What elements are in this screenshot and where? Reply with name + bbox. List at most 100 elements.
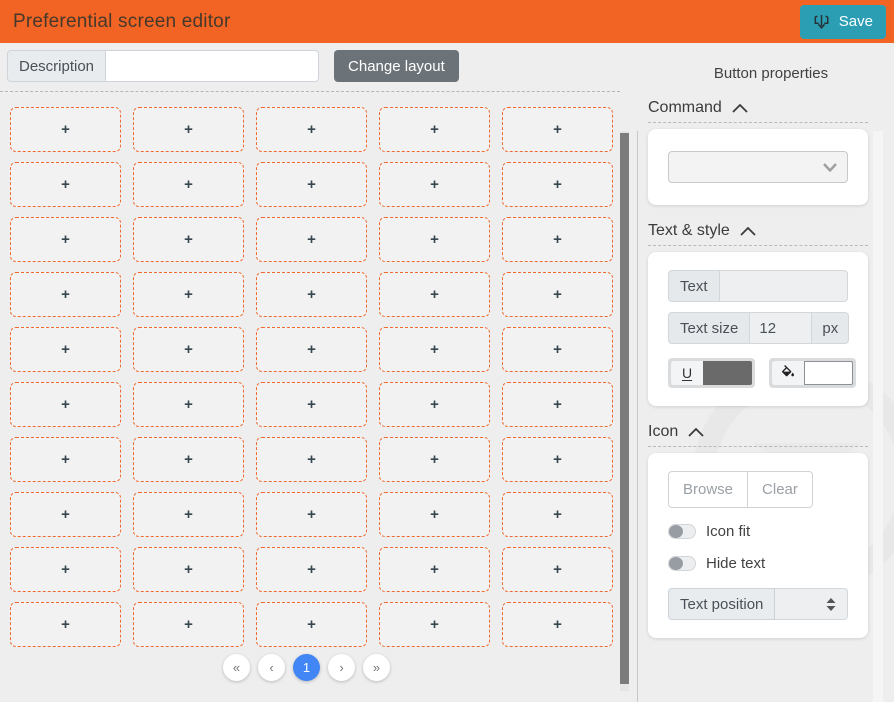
grid-add-button[interactable]: + [133, 217, 244, 262]
grid-add-button[interactable]: + [379, 107, 490, 152]
grid-add-button[interactable]: + [502, 547, 613, 592]
grid-add-button[interactable]: + [502, 162, 613, 207]
chevron-up-icon [732, 104, 748, 113]
grid-add-button[interactable]: + [256, 382, 367, 427]
section-header-icon[interactable]: Icon [648, 423, 868, 447]
grid-add-button[interactable]: + [133, 272, 244, 317]
chevron-up-icon [740, 227, 756, 236]
pagination-page-button[interactable]: 1 [293, 654, 320, 681]
grid-add-button[interactable]: + [502, 602, 613, 647]
grid-add-button[interactable]: + [10, 547, 121, 592]
clear-button[interactable]: Clear [747, 472, 812, 507]
text-position-label: Text position [668, 588, 775, 620]
grid-add-button[interactable]: + [256, 602, 367, 647]
text-input[interactable] [720, 270, 848, 302]
grid-add-button[interactable]: + [256, 107, 367, 152]
hide-text-toggle[interactable] [668, 556, 696, 571]
grid-add-button[interactable]: + [502, 437, 613, 482]
grid-add-button[interactable]: + [502, 107, 613, 152]
pagination-first-button[interactable]: « [223, 654, 250, 681]
grid-add-button[interactable]: + [256, 327, 367, 372]
text-position-select[interactable] [775, 588, 848, 620]
grid-add-button[interactable]: + [133, 437, 244, 482]
panel-title: Button properties [648, 65, 894, 82]
grid-add-button[interactable]: + [502, 492, 613, 537]
text-size-group: Text size px [668, 312, 848, 344]
grid-add-button[interactable]: + [10, 602, 121, 647]
grid-scrollbar-thumb[interactable] [620, 133, 629, 684]
change-layout-button[interactable]: Change layout [334, 50, 459, 82]
background-color-swatch[interactable] [804, 361, 853, 385]
grid-add-button[interactable]: + [256, 162, 367, 207]
grid-add-button[interactable]: + [10, 162, 121, 207]
text-position-group: Text position [668, 588, 848, 620]
description-label: Description [7, 50, 106, 82]
panel-scrollbar-track[interactable] [873, 131, 883, 702]
editor-main: Description Change layout + + + + + + + + + + + + + +… [0, 43, 637, 702]
text-size-input[interactable] [750, 312, 812, 344]
grid-add-button[interactable]: + [379, 492, 490, 537]
grid-add-button[interactable]: + [10, 217, 121, 262]
toolbar: Description Change layout [0, 43, 637, 85]
text-color-swatch[interactable] [703, 361, 752, 385]
icon-file-buttons: Browse Clear [668, 471, 813, 508]
page-title: Preferential screen editor [13, 11, 230, 33]
save-download-icon [813, 13, 830, 31]
chevron-up-icon [688, 428, 704, 437]
grid-add-button[interactable]: + [379, 437, 490, 482]
pagination-prev-button[interactable]: ‹ [258, 654, 285, 681]
pagination-last-button[interactable]: » [363, 654, 390, 681]
browse-button[interactable]: Browse [669, 472, 747, 507]
grid-add-button[interactable]: + [502, 272, 613, 317]
pagination-next-button[interactable]: › [328, 654, 355, 681]
icon-section-label: Icon [648, 423, 678, 441]
grid-add-button[interactable]: + [256, 217, 367, 262]
icon-fit-toggle[interactable] [668, 524, 696, 539]
grid-add-button[interactable]: + [256, 437, 367, 482]
grid-add-button[interactable]: + [133, 492, 244, 537]
grid-add-button[interactable]: + [379, 162, 490, 207]
section-header-command[interactable]: Command [648, 99, 868, 123]
grid-add-button[interactable]: + [10, 437, 121, 482]
grid-add-button[interactable]: + [379, 217, 490, 262]
underline-button[interactable]: U [671, 361, 703, 385]
grid-add-button[interactable]: + [256, 547, 367, 592]
save-button[interactable]: Save [800, 5, 886, 39]
grid-add-button[interactable]: + [133, 547, 244, 592]
grid-add-button[interactable]: + [379, 327, 490, 372]
fill-color-group [769, 358, 856, 388]
description-input[interactable] [106, 50, 319, 82]
grid-add-button[interactable]: + [10, 107, 121, 152]
icon-card: Browse Clear Icon fit Hide text Text pos… [648, 453, 868, 638]
text-size-unit: px [812, 312, 849, 344]
hide-text-row: Hide text [668, 555, 848, 572]
properties-panel: Button properties Command Text & [637, 43, 894, 702]
grid-add-button[interactable]: + [379, 382, 490, 427]
grid-add-button[interactable]: + [256, 492, 367, 537]
app-header: Preferential screen editor Save [0, 0, 894, 43]
sort-arrows-icon [826, 598, 836, 611]
grid-add-button[interactable]: + [379, 547, 490, 592]
grid-add-button[interactable]: + [502, 217, 613, 262]
grid-add-button[interactable]: + [133, 382, 244, 427]
grid-add-button[interactable]: + [133, 107, 244, 152]
grid-add-button[interactable]: + [379, 602, 490, 647]
grid-add-button[interactable]: + [133, 327, 244, 372]
section-header-text-style[interactable]: Text & style [648, 222, 868, 246]
grid-add-button[interactable]: + [10, 492, 121, 537]
command-select[interactable] [668, 151, 848, 183]
grid-add-button[interactable]: + [10, 382, 121, 427]
grid-add-button[interactable]: + [256, 272, 367, 317]
grid-add-button[interactable]: + [133, 162, 244, 207]
toggle-knob [669, 557, 683, 570]
text-size-label: Text size [668, 312, 750, 344]
style-swatches: U [668, 358, 848, 388]
toggle-knob [669, 525, 683, 538]
grid-add-button[interactable]: + [10, 272, 121, 317]
grid-add-button[interactable]: + [502, 327, 613, 372]
grid-add-button[interactable]: + [379, 272, 490, 317]
grid-add-button[interactable]: + [133, 602, 244, 647]
paint-bucket-icon[interactable] [772, 361, 804, 385]
grid-add-button[interactable]: + [10, 327, 121, 372]
grid-add-button[interactable]: + [502, 382, 613, 427]
